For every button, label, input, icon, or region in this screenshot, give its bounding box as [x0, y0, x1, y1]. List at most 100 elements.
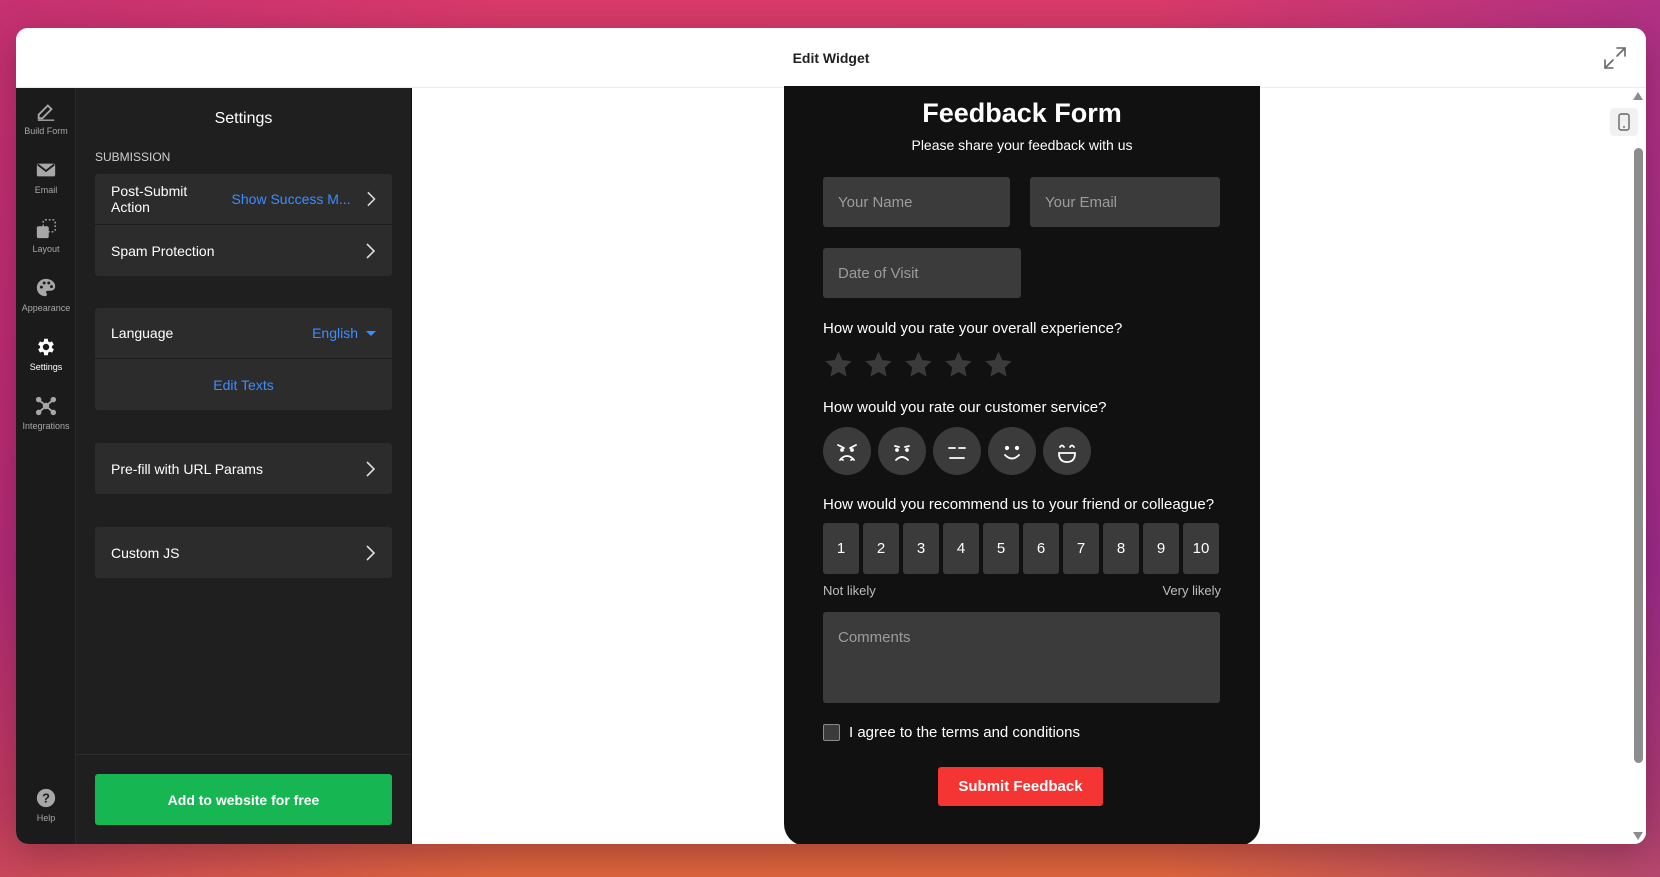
caret-down-icon — [366, 330, 376, 336]
nps-option[interactable]: 1 — [823, 523, 859, 574]
nps-option[interactable]: 5 — [983, 523, 1019, 574]
post-submit-action-row[interactable]: Post-Submit Action Show Success M... — [95, 174, 392, 225]
nav-label: Integrations — [22, 420, 70, 431]
preview-area: Feedback Form Please share your feedback… — [412, 86, 1646, 844]
question-overall-experience: How would you rate your overall experien… — [823, 320, 1123, 337]
submission-section-label: SUBMISSION — [95, 150, 171, 164]
comments-textarea[interactable]: Comments — [823, 612, 1220, 703]
prefill-url-params-row[interactable]: Pre-fill with URL Params — [95, 443, 392, 494]
integrations-icon — [35, 396, 57, 415]
star-icon[interactable] — [823, 349, 854, 380]
terms-label: I agree to the terms and conditions — [849, 724, 1080, 741]
nav-settings[interactable]: Settings — [16, 324, 76, 383]
spam-protection-row[interactable]: Spam Protection — [95, 225, 392, 276]
pencil-icon — [37, 103, 55, 121]
palette-icon — [36, 278, 56, 296]
submit-feedback-button[interactable]: Submit Feedback — [938, 767, 1103, 806]
chevron-right-icon — [366, 191, 376, 207]
face-neutral-icon[interactable] — [933, 427, 981, 475]
star-icon[interactable] — [983, 349, 1014, 380]
star-rating — [823, 349, 1014, 380]
face-rating — [823, 427, 1091, 475]
nps-option[interactable]: 4 — [943, 523, 979, 574]
face-sad-icon[interactable] — [878, 427, 926, 475]
language-card: Language English Edit Texts — [95, 308, 392, 410]
nps-option[interactable]: 3 — [903, 523, 939, 574]
custom-js-label: Custom JS — [111, 544, 180, 561]
icon-sidebar: Build Form Email Layout Appearance Setti… — [16, 88, 76, 844]
name-input[interactable]: Your Name — [823, 177, 1010, 227]
nps-option[interactable]: 9 — [1143, 523, 1179, 574]
nav-label: Settings — [29, 361, 63, 372]
form-title: Feedback Form — [922, 98, 1122, 128]
help-icon: ? — [36, 788, 56, 807]
spam-protection-label: Spam Protection — [111, 242, 215, 259]
nps-high-label: Very likely — [1162, 583, 1221, 598]
submission-card: Post-Submit Action Show Success M... Spa… — [95, 174, 392, 276]
nps-option[interactable]: 6 — [1023, 523, 1059, 574]
nav-label: Build Form — [24, 125, 68, 136]
question-customer-service: How would you rate our customer service? — [823, 399, 1107, 416]
post-submit-value: Show Success M... — [231, 191, 351, 207]
nav-build-form[interactable]: Build Form — [16, 88, 76, 147]
edit-texts-link[interactable]: Edit Texts — [95, 359, 392, 410]
nav-appearance[interactable]: Appearance — [16, 265, 76, 324]
terms-agreement: I agree to the terms and conditions — [823, 724, 1080, 741]
language-value: English — [312, 325, 358, 341]
prefill-card: Pre-fill with URL Params — [95, 443, 392, 494]
nps-scale: 1 2 3 4 5 6 7 8 9 10 — [823, 523, 1219, 574]
expand-icon[interactable] — [1602, 45, 1628, 71]
face-very-happy-icon[interactable] — [1043, 427, 1091, 475]
svg-text:?: ? — [42, 790, 50, 805]
nps-option[interactable]: 7 — [1063, 523, 1099, 574]
settings-panel: Settings SUBMISSION Post-Submit Action S… — [76, 88, 412, 844]
nav-label: Appearance — [21, 302, 71, 313]
nav-help[interactable]: ? Help — [16, 775, 76, 834]
prefill-label: Pre-fill with URL Params — [111, 460, 263, 477]
nav-email[interactable]: Email — [16, 147, 76, 206]
scroll-down-arrow-icon[interactable] — [1633, 832, 1643, 840]
star-icon[interactable] — [943, 349, 974, 380]
nps-option[interactable]: 10 — [1183, 523, 1219, 574]
nav-label: Help — [36, 812, 56, 823]
gear-icon — [38, 338, 54, 355]
form-preview: Feedback Form Please share your feedback… — [784, 86, 1260, 844]
nav-label: Email — [34, 184, 58, 195]
question-recommend: How would you recommend us to your frien… — [823, 496, 1215, 513]
form-subtitle: Please share your feedback with us — [911, 137, 1133, 153]
chevron-right-icon — [366, 544, 376, 561]
language-row[interactable]: Language English — [95, 308, 392, 359]
date-of-visit-input[interactable]: Date of Visit — [823, 248, 1021, 298]
face-happy-icon[interactable] — [988, 427, 1036, 475]
star-icon[interactable] — [903, 349, 934, 380]
chevron-right-icon — [366, 242, 376, 259]
nps-option[interactable]: 8 — [1103, 523, 1139, 574]
add-site-footer: Add to website for free — [76, 754, 411, 844]
settings-heading: Settings — [214, 110, 273, 127]
scroll-thumb[interactable] — [1634, 148, 1643, 763]
nav-label: Layout — [32, 243, 60, 254]
language-label: Language — [111, 325, 174, 341]
email-input[interactable]: Your Email — [1030, 177, 1220, 227]
custom-js-card: Custom JS — [95, 527, 392, 578]
mail-icon — [36, 163, 56, 176]
edit-widget-window: Edit Widget Build Form Email Layout Appe… — [16, 28, 1646, 844]
layout-icon — [36, 218, 56, 238]
star-icon[interactable] — [863, 349, 894, 380]
nav-integrations[interactable]: Integrations — [16, 383, 76, 442]
nps-low-label: Not likely — [823, 583, 876, 598]
custom-js-row[interactable]: Custom JS — [95, 527, 392, 578]
preview-scrollbar[interactable] — [1630, 88, 1646, 844]
scroll-up-arrow-icon[interactable] — [1633, 92, 1643, 100]
face-angry-icon[interactable] — [823, 427, 871, 475]
post-submit-label: Post-Submit Action — [111, 183, 188, 215]
chevron-right-icon — [366, 460, 376, 477]
window-title: Edit Widget — [792, 49, 870, 66]
language-select[interactable]: English — [312, 325, 376, 341]
titlebar: Edit Widget — [16, 28, 1646, 88]
nav-layout[interactable]: Layout — [16, 206, 76, 265]
mobile-phone-icon — [1618, 113, 1630, 131]
nps-option[interactable]: 2 — [863, 523, 899, 574]
terms-checkbox[interactable] — [823, 724, 840, 741]
add-to-website-button[interactable]: Add to website for free — [95, 774, 392, 825]
